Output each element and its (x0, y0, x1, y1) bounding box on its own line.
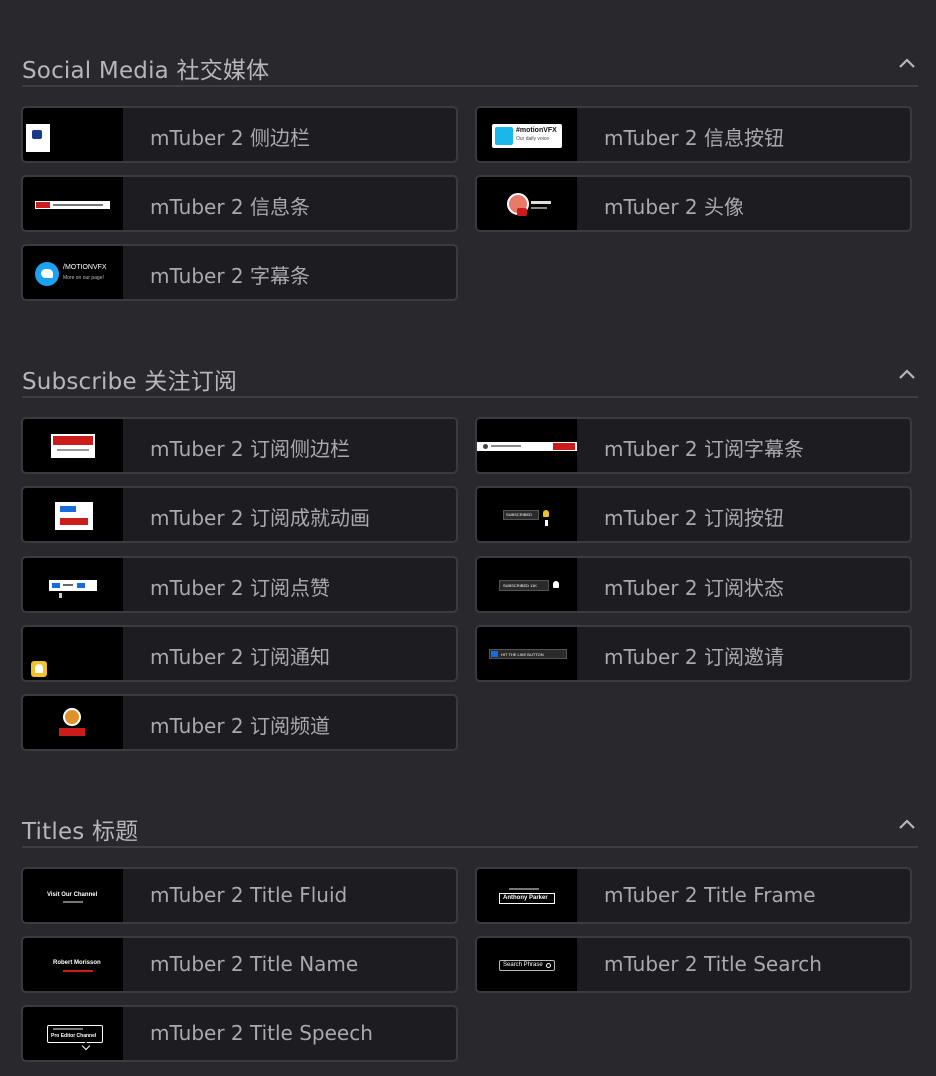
effect-card[interactable]: Anthony Parker mTuber 2 Title Frame (475, 867, 912, 924)
effect-label: mTuber 2 订阅频道 (150, 714, 330, 738)
thumbnail: Search Phrase (477, 938, 577, 991)
effect-card[interactable]: mTuber 2 订阅频道 (21, 694, 458, 751)
effect-card[interactable]: mTuber 2 头像 (475, 175, 912, 232)
thumbnail: /MOTIONVFX More on our page! (23, 246, 123, 299)
effect-label: mTuber 2 订阅按钮 (604, 506, 784, 530)
thumbnail (23, 108, 123, 161)
section-header-titles[interactable]: Titles 标题 (22, 808, 918, 848)
chevron-up-icon[interactable] (896, 814, 918, 836)
effect-label: mTuber 2 Title Search (604, 952, 822, 976)
effect-label: mTuber 2 头像 (604, 195, 744, 219)
thumbnail (23, 558, 123, 611)
thumbnail: Visit Our Channel (23, 869, 123, 922)
chevron-up-icon[interactable] (896, 53, 918, 75)
effect-label: mTuber 2 订阅成就动画 (150, 506, 370, 530)
effect-label: mTuber 2 订阅点赞 (150, 576, 330, 600)
effect-label: mTuber 2 订阅字幕条 (604, 437, 804, 461)
thumbnail (477, 419, 577, 472)
effect-label: mTuber 2 订阅邀请 (604, 645, 784, 669)
thumbnail: Pro Editor Channel (23, 1007, 123, 1060)
chevron-up-icon[interactable] (896, 364, 918, 386)
effect-card[interactable]: mTuber 2 订阅字幕条 (475, 417, 912, 474)
thumbnail: Robert Morisson (23, 938, 123, 991)
thumbnail (23, 419, 123, 472)
effects-browser-panel: Social Media 社交媒体 mTuber 2 侧边栏 #motionVF… (0, 0, 936, 1076)
thumbnail: #motionVFX Our daily voice (477, 108, 577, 161)
effect-card[interactable]: Pro Editor Channel mTuber 2 Title Speech (21, 1005, 458, 1062)
effect-card[interactable]: HIT THE LIKE BUTTON mTuber 2 订阅邀请 (475, 625, 912, 682)
thumbnail (477, 177, 577, 230)
effect-card[interactable]: #motionVFX Our daily voice mTuber 2 信息按钮 (475, 106, 912, 163)
effect-label: mTuber 2 订阅状态 (604, 576, 784, 600)
thumbnail (23, 488, 123, 541)
effect-card[interactable]: mTuber 2 信息条 (21, 175, 458, 232)
effect-label: mTuber 2 Title Speech (150, 1021, 373, 1045)
thumbnail (23, 627, 123, 680)
effect-card[interactable]: mTuber 2 侧边栏 (21, 106, 458, 163)
effect-label: mTuber 2 订阅通知 (150, 645, 330, 669)
section-title: Social Media 社交媒体 (22, 58, 270, 84)
effect-label: mTuber 2 字幕条 (150, 264, 310, 288)
effect-card[interactable]: /MOTIONVFX More on our page! mTuber 2 字幕… (21, 244, 458, 301)
effect-card[interactable]: Robert Morisson mTuber 2 Title Name (21, 936, 458, 993)
section-header-subscribe[interactable]: Subscribe 关注订阅 (22, 358, 918, 398)
effect-card[interactable]: mTuber 2 订阅成就动画 (21, 486, 458, 543)
effect-card[interactable]: mTuber 2 订阅侧边栏 (21, 417, 458, 474)
effect-card[interactable]: mTuber 2 订阅通知 (21, 625, 458, 682)
section-title: Subscribe 关注订阅 (22, 369, 238, 395)
effect-card[interactable]: SUBSCRIBED 11K mTuber 2 订阅状态 (475, 556, 912, 613)
effect-label: mTuber 2 订阅侧边栏 (150, 437, 350, 461)
effect-label: mTuber 2 侧边栏 (150, 126, 310, 150)
thumbnail: Anthony Parker (477, 869, 577, 922)
thumbnail (23, 696, 123, 749)
section-header-social-media[interactable]: Social Media 社交媒体 (22, 47, 918, 87)
thumbnail: SUBSCRIBED (477, 488, 577, 541)
thumbnail (23, 177, 123, 230)
section-title: Titles 标题 (22, 819, 139, 845)
effect-label: mTuber 2 信息条 (150, 195, 310, 219)
effect-label: mTuber 2 Title Name (150, 952, 359, 976)
thumbnail: SUBSCRIBED 11K (477, 558, 577, 611)
effect-card[interactable]: Search Phrase mTuber 2 Title Search (475, 936, 912, 993)
effect-card[interactable]: Visit Our Channel mTuber 2 Title Fluid (21, 867, 458, 924)
thumbnail: HIT THE LIKE BUTTON (477, 627, 577, 680)
effect-card[interactable]: SUBSCRIBED mTuber 2 订阅按钮 (475, 486, 912, 543)
effect-label: mTuber 2 信息按钮 (604, 126, 784, 150)
effect-label: mTuber 2 Title Frame (604, 883, 816, 907)
effect-card[interactable]: mTuber 2 订阅点赞 (21, 556, 458, 613)
effect-label: mTuber 2 Title Fluid (150, 883, 348, 907)
